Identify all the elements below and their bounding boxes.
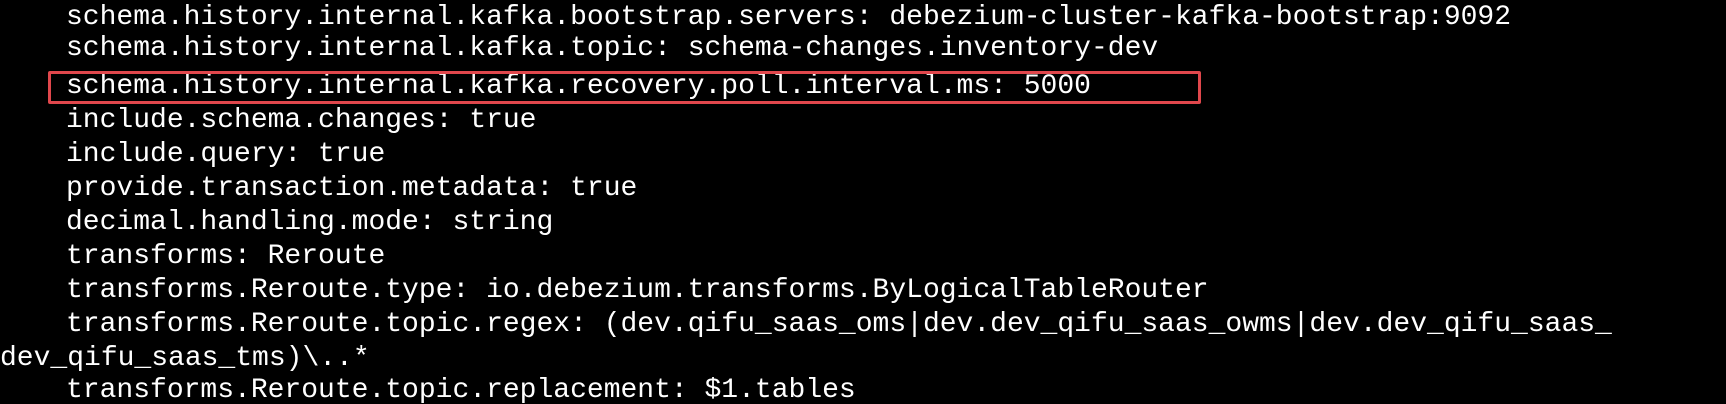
- config-line-history-topic: schema.history.internal.kafka.topic: sch…: [66, 33, 1159, 64]
- config-line-reroute-topic-regex: transforms.Reroute.topic.regex: (dev.qif…: [66, 309, 1612, 340]
- config-line-decimal-handling-mode: decimal.handling.mode: string: [66, 207, 554, 238]
- config-line-regex-continuation: dev_qifu_saas_tms)\..*: [0, 343, 370, 374]
- config-line-transforms: transforms: Reroute: [66, 241, 386, 272]
- terminal-window[interactable]: schema.history.internal.kafka.bootstrap.…: [0, 0, 1726, 404]
- config-line-reroute-type: transforms.Reroute.type: io.debezium.tra…: [66, 275, 1209, 306]
- config-line-reroute-topic-replacement: transforms.Reroute.topic.replacement: $1…: [66, 375, 856, 404]
- config-line-include-query: include.query: true: [66, 139, 386, 170]
- top-edge-crop: [0, 0, 1726, 3]
- config-line-provide-transaction-metadata: provide.transaction.metadata: true: [66, 173, 638, 204]
- highlight-box: [48, 71, 1201, 104]
- config-line-include-schema-changes: include.schema.changes: true: [66, 105, 537, 136]
- config-line-bootstrap-servers: schema.history.internal.kafka.bootstrap.…: [66, 2, 1512, 33]
